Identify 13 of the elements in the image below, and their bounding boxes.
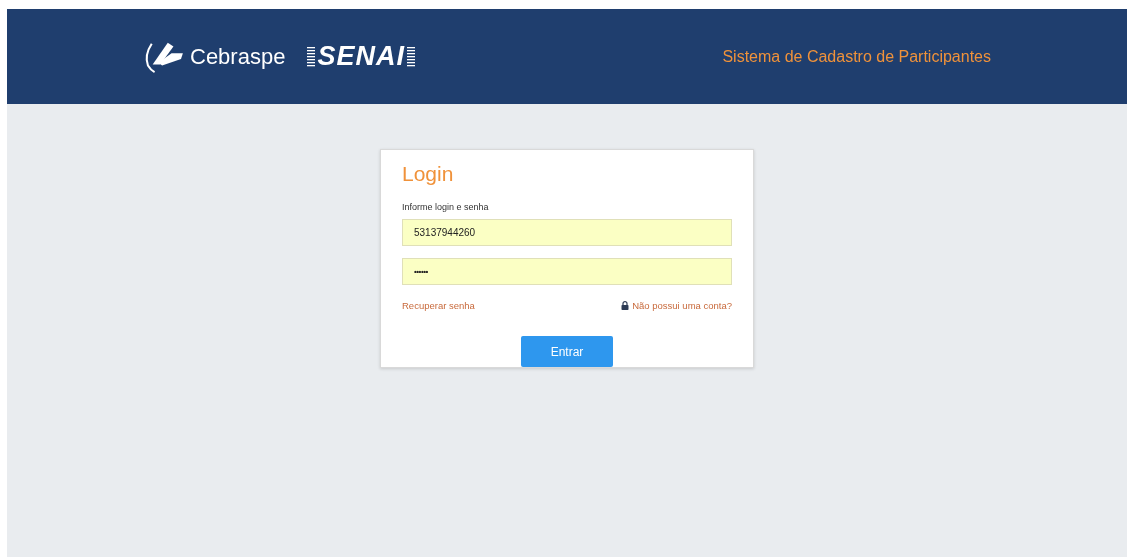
system-title: Sistema de Cadastro de Participantes [722,47,991,66]
instruction-text: Informe login e senha [402,202,489,212]
register-link[interactable]: Não possui uma conta? [632,300,732,311]
lock-icon [621,301,630,310]
login-title: Login [402,162,454,186]
stripes-icon [307,45,316,68]
recover-password-link[interactable]: Recuperar senha [402,300,475,311]
login-field[interactable]: 53137944260 [402,219,732,246]
login-button[interactable]: Entrar [521,336,613,367]
senai-logo: SENAI [317,41,405,72]
password-field[interactable]: •••••• [402,258,732,285]
cebraspe-logo: Cebraspe [190,43,286,70]
stripes-icon [406,45,415,68]
